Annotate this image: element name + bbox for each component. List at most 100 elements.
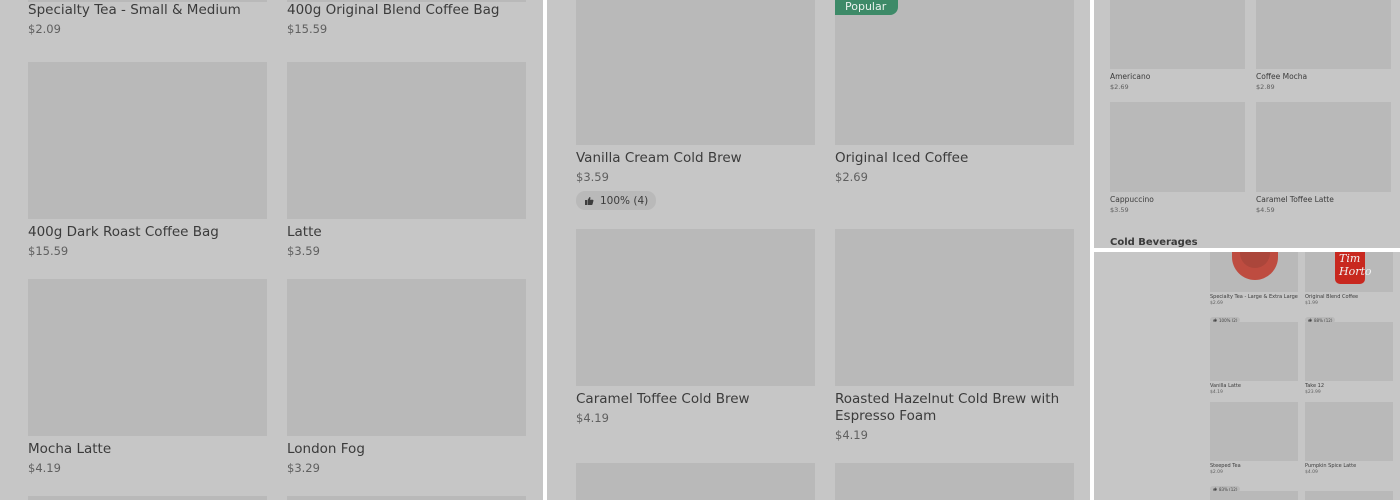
item-image: Tim Horto: [1305, 252, 1393, 292]
item-price: $4.19: [28, 461, 61, 475]
menu-item-card[interactable]: [287, 496, 526, 500]
item-price: $3.59: [287, 244, 320, 258]
item-price: $2.69: [835, 170, 868, 184]
item-name: Steeped Tea: [1210, 463, 1241, 469]
menu-panel-2: Vanilla Cream Cold Brew $3.59 100% (4) P…: [547, 0, 1090, 500]
item-name: Take 12: [1305, 383, 1325, 389]
menu-item-card[interactable]: Specialty Tea - Small & Medium $2.09: [28, 0, 267, 37]
item-name: Vanilla Latte: [1210, 383, 1241, 389]
item-image: [576, 0, 815, 145]
item-image: [1256, 0, 1391, 69]
section-heading: Cold Beverages: [1110, 237, 1198, 248]
menu-item-card[interactable]: Cappuccino $3.59: [1110, 102, 1245, 214]
item-name: Specialty Tea - Large & Extra Large: [1210, 294, 1298, 300]
menu-item-card[interactable]: Coffee Mocha $2.89: [1256, 0, 1391, 91]
item-name: Coffee Mocha: [1256, 72, 1308, 81]
item-image: [1305, 322, 1393, 381]
item-name: Original Iced Coffee: [835, 150, 969, 166]
item-name: Americano: [1110, 72, 1151, 81]
item-price: $23.99: [1305, 390, 1321, 395]
item-image: [28, 62, 267, 219]
menu-item-card[interactable]: 400g Original Blend Coffee Bag $15.59: [287, 0, 526, 37]
menu-item-card[interactable]: Americano $2.69: [1110, 0, 1245, 91]
item-price: $2.09: [28, 22, 61, 36]
item-image: [28, 496, 267, 500]
item-image: [287, 62, 526, 219]
item-image: [1305, 402, 1393, 461]
item-name: London Fog: [287, 441, 365, 457]
menu-item-card[interactable]: Specialty Tea - Large & Extra Large $2.6…: [1210, 252, 1298, 326]
menu-item-card[interactable]: Take 12 $23.99: [1305, 322, 1393, 396]
item-image: [576, 229, 815, 386]
menu-item-card[interactable]: [576, 463, 815, 500]
item-price: $3.29: [287, 461, 320, 475]
item-image: [1256, 102, 1391, 192]
menu-item-card[interactable]: Pumpkin Spice Latte $4.09: [1305, 402, 1393, 476]
item-image: [1210, 252, 1298, 292]
item-name: Roasted Hazelnut Cold Brew with: [835, 391, 1060, 407]
menu-item-card[interactable]: [1210, 491, 1298, 500]
popular-badge: Popular: [835, 0, 899, 15]
item-image: Popular: [835, 0, 1074, 145]
item-name: Caramel Toffee Cold Brew: [576, 391, 750, 407]
menu-item-card[interactable]: Latte $3.59: [287, 62, 526, 259]
item-image: [1210, 491, 1298, 500]
item-price: $4.09: [1305, 470, 1318, 475]
tea-cup-image: [1232, 252, 1278, 280]
item-price: $3.59: [576, 170, 609, 184]
item-name: Vanilla Cream Cold Brew: [576, 150, 742, 166]
menu-panel-3: Americano $2.69 Coffee Mocha $2.89 Cappu…: [1094, 0, 1400, 248]
menu-item-card[interactable]: London Fog $3.29: [287, 279, 526, 476]
item-price: $15.59: [28, 244, 69, 258]
menu-panel-1: Specialty Tea - Small & Medium $2.09 400…: [0, 0, 543, 500]
item-price: $15.59: [287, 22, 328, 36]
menu-item-card[interactable]: Caramel Toffee Latte $4.59: [1256, 102, 1391, 214]
menu-item-card[interactable]: Popular Original Iced Coffee $2.69: [835, 0, 1074, 185]
item-name: Pumpkin Spice Latte: [1305, 463, 1357, 469]
item-price: $2.69: [1210, 301, 1223, 306]
menu-item-card[interactable]: Roasted Hazelnut Cold Brew with Espresso…: [835, 229, 1074, 443]
item-image: [287, 279, 526, 436]
item-price: $4.19: [576, 411, 609, 425]
menu-item-card[interactable]: Mocha Latte $4.19: [28, 279, 267, 476]
menu-item-card[interactable]: [835, 463, 1074, 500]
item-price: $4.19: [1210, 390, 1223, 395]
rating-badge: 100% (4): [576, 191, 657, 210]
item-name: Original Blend Coffee: [1305, 294, 1359, 300]
item-name-line2: Espresso Foam: [835, 408, 937, 424]
menu-item-card[interactable]: [1305, 491, 1393, 500]
item-image: [835, 229, 1074, 386]
menu-item-card[interactable]: Steeped Tea $2.09 83% (12): [1210, 402, 1298, 495]
item-image: [576, 463, 815, 500]
menu-item-card[interactable]: Vanilla Cream Cold Brew $3.59 100% (4): [576, 0, 815, 210]
item-price: $2.09: [1210, 470, 1223, 475]
item-price: $3.59: [1110, 206, 1129, 214]
item-name: Caramel Toffee Latte: [1256, 195, 1334, 204]
menu-item-card[interactable]: 400g Dark Roast Coffee Bag $15.59: [28, 62, 267, 259]
item-price: $2.69: [1110, 83, 1129, 91]
item-price: $2.89: [1256, 83, 1275, 91]
item-image: [835, 463, 1074, 500]
item-image: [1110, 102, 1245, 192]
item-name: 400g Dark Roast Coffee Bag: [28, 224, 219, 240]
item-name: Specialty Tea - Small & Medium: [28, 2, 241, 18]
item-name: Cappuccino: [1110, 195, 1154, 204]
menu-item-card[interactable]: Caramel Toffee Cold Brew $4.19: [576, 229, 815, 426]
item-image: [1210, 402, 1298, 461]
item-name: Mocha Latte: [28, 441, 112, 457]
menu-item-card[interactable]: Vanilla Latte $4.19: [1210, 322, 1298, 396]
item-price: $4.19: [835, 428, 868, 442]
item-image: [1110, 0, 1245, 69]
menu-panel-4: Specialty Tea - Large & Extra Large $2.6…: [1094, 252, 1400, 500]
menu-item-card[interactable]: Tim Horto Original Blend Coffee $1.99 88…: [1305, 252, 1393, 326]
thumbs-up-icon: [585, 196, 594, 205]
item-image: [1210, 322, 1298, 381]
item-name: Latte: [287, 224, 322, 240]
item-image: [1305, 491, 1393, 500]
item-image: [28, 279, 267, 436]
coffee-cup-image: Tim Horto: [1335, 252, 1372, 284]
cup-logo-text: Tim Horto: [1339, 252, 1372, 278]
menu-item-card[interactable]: [28, 496, 267, 500]
item-image: [287, 496, 526, 500]
rating-text: 100% (4): [600, 194, 649, 207]
